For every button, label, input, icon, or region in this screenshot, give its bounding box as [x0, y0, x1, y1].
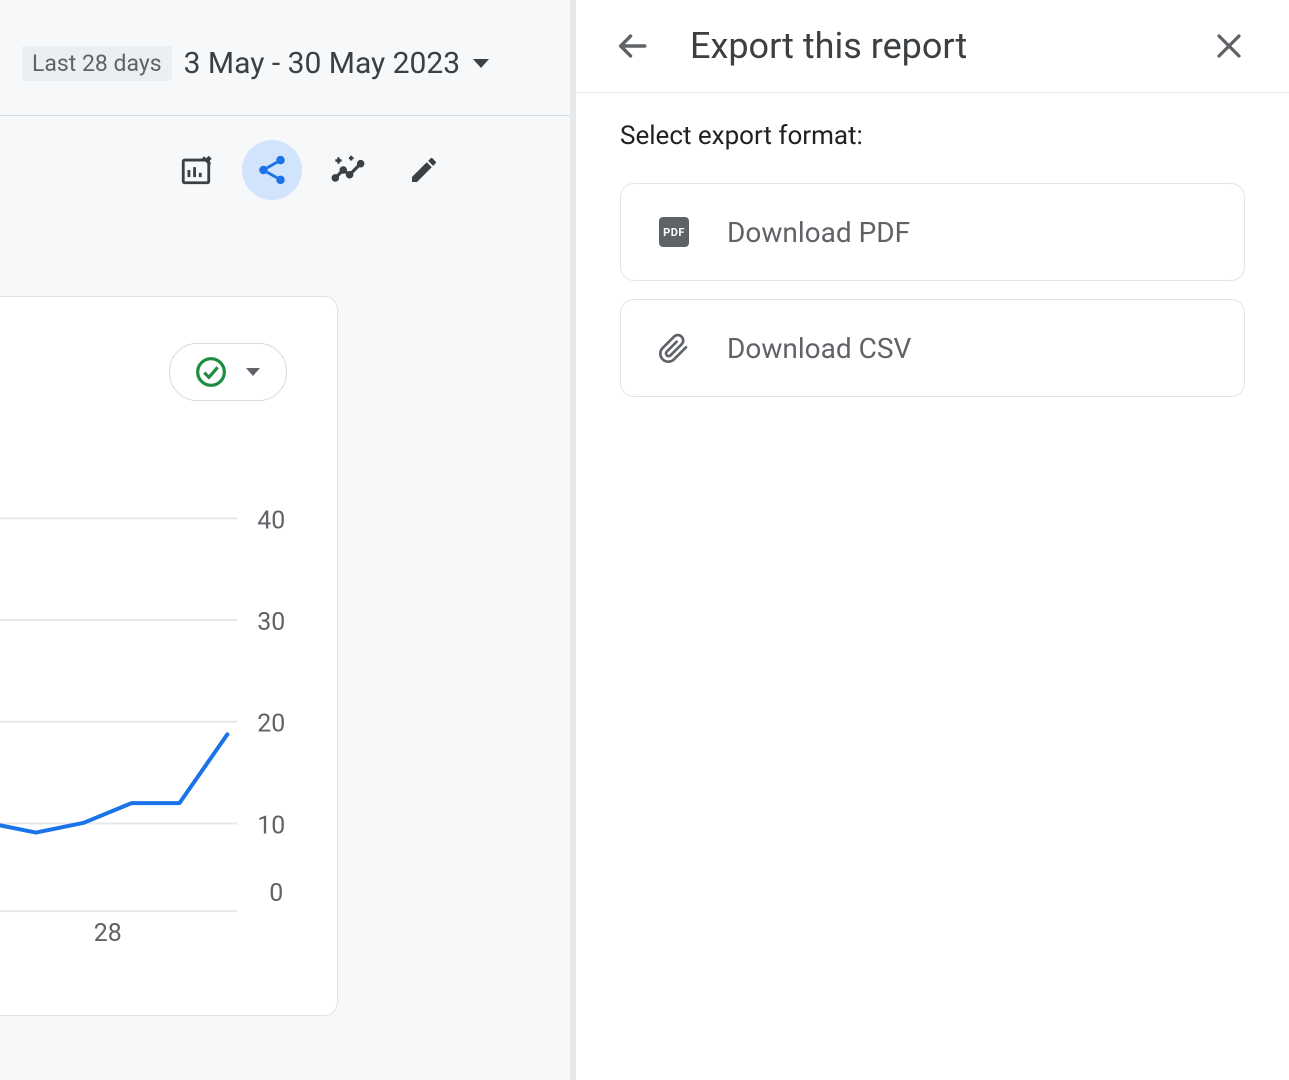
export-prompt: Select export format:: [620, 121, 1245, 151]
y-tick-40: 40: [257, 506, 285, 535]
y-tick-0: 0: [269, 879, 283, 908]
pencil-icon: [408, 154, 440, 186]
panel-body: Select export format: PDF Download PDF D…: [576, 93, 1289, 443]
export-option-csv[interactable]: Download CSV: [620, 299, 1245, 397]
x-tick-28: 28: [94, 919, 122, 948]
chart-series-line: [0, 734, 227, 832]
report-area: Last 28 days 3 May - 30 May 2023: [0, 0, 576, 1080]
insights-button[interactable]: [318, 140, 378, 200]
insights-icon: [329, 151, 367, 189]
date-range-label: 3 May - 30 May 2023: [184, 46, 461, 81]
customize-report-button[interactable]: [166, 140, 226, 200]
share-button[interactable]: [242, 140, 302, 200]
arrow-left-icon: [615, 29, 649, 63]
attachment-icon: [657, 331, 691, 365]
share-icon: [255, 153, 289, 187]
chart-gridlines: [0, 518, 237, 911]
y-tick-30: 30: [257, 608, 285, 637]
export-option-pdf[interactable]: PDF Download PDF: [620, 183, 1245, 281]
report-toolbar: [0, 116, 570, 240]
date-range-picker[interactable]: 3 May - 30 May 2023: [184, 46, 491, 81]
chart-card: 40 30 20 10 0 28: [0, 296, 338, 1016]
y-tick-10: 10: [257, 811, 285, 840]
close-icon: [1214, 31, 1244, 61]
back-button[interactable]: [608, 22, 656, 70]
pdf-icon: PDF: [657, 215, 691, 249]
close-button[interactable]: [1205, 22, 1253, 70]
date-row: Last 28 days 3 May - 30 May 2023: [0, 0, 570, 116]
y-tick-20: 20: [257, 710, 285, 739]
line-chart: 40 30 20 10 0 28: [0, 297, 337, 1015]
panel-header: Export this report: [576, 0, 1289, 93]
caret-down-icon: [472, 58, 490, 70]
export-option-label: Download CSV: [727, 332, 911, 365]
panel-title: Export this report: [690, 25, 1205, 67]
edit-button[interactable]: [394, 140, 454, 200]
date-preset-badge: Last 28 days: [22, 46, 172, 81]
export-option-label: Download PDF: [727, 216, 910, 249]
customize-report-icon: [179, 153, 213, 187]
export-panel: Export this report Select export format:…: [576, 0, 1289, 1080]
